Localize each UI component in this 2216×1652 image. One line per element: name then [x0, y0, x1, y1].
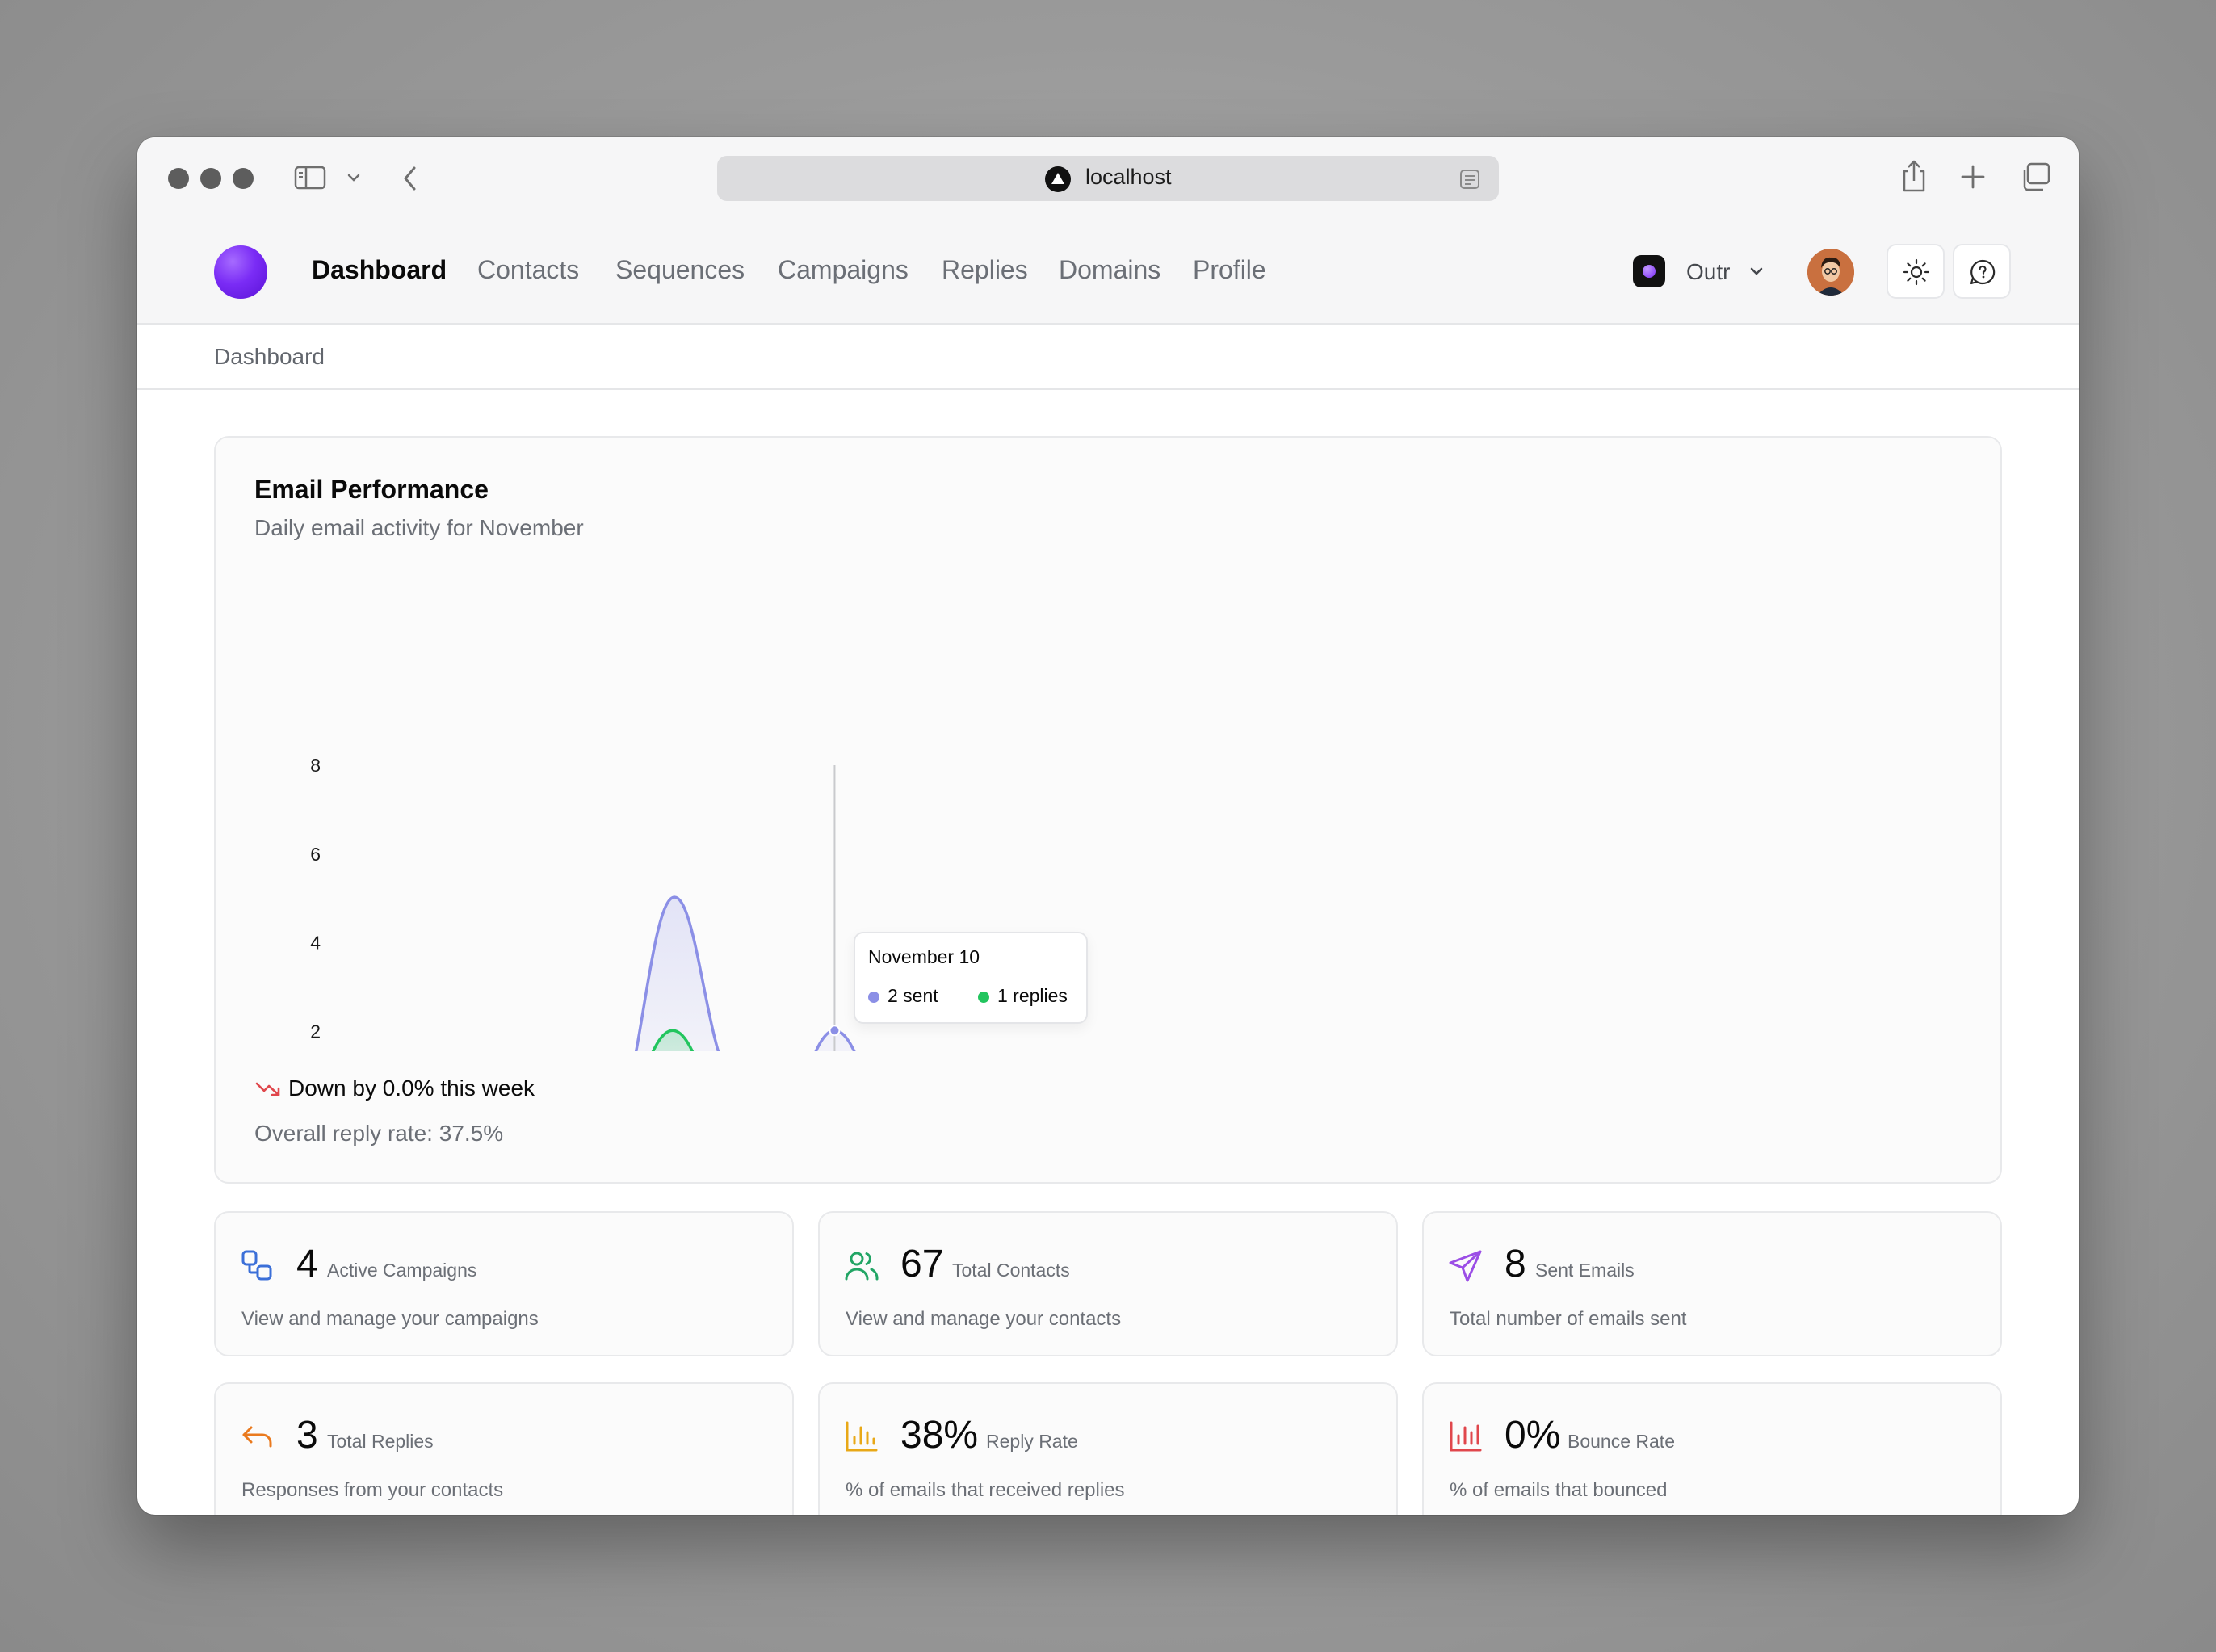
breadcrumb: Dashboard [214, 344, 325, 369]
tooltip-replies: 1 replies [997, 985, 1068, 1006]
stat-label: Total Replies [327, 1431, 434, 1452]
support-chat-button[interactable] [1953, 244, 2011, 299]
stat-value: 38% [900, 1414, 979, 1457]
series-line-replies[interactable] [349, 1029, 1914, 1051]
stat-label: Bounce Rate [1568, 1431, 1675, 1452]
nav-dashboard[interactable]: Dashboard [312, 255, 447, 285]
workspace-logo[interactable] [1633, 255, 1665, 287]
campaigns-icon [241, 1250, 272, 1281]
sun-icon [1903, 258, 1930, 286]
url-text: localhost [1085, 165, 1172, 189]
stat-value: 0% [1505, 1414, 1561, 1457]
active-point-sent [829, 1025, 841, 1037]
close-window-button[interactable] [168, 168, 189, 189]
nav-replies[interactable]: Replies [942, 255, 1028, 285]
stat-card-reply-rate[interactable]: 38% Reply Rate % of emails that received… [818, 1382, 1398, 1515]
stat-value: 67 [900, 1243, 944, 1285]
overall-reply-rate: Overall reply rate: 37.5% [254, 1121, 504, 1146]
trending-down-icon [255, 1082, 280, 1096]
users-icon [845, 1252, 879, 1281]
tab-overview-icon[interactable] [2019, 161, 2051, 192]
stat-card-sent-emails[interactable]: 8 Sent Emails Total number of emails sen… [1422, 1211, 2002, 1356]
stat-label: Reply Rate [986, 1431, 1078, 1452]
browser-toolbar: localhost Dashboard Contacts Sequences C… [137, 137, 2079, 323]
back-icon[interactable] [401, 165, 420, 192]
chevron-down-icon[interactable] [346, 171, 362, 184]
stat-card-active-campaigns[interactable]: 4 Active Campaigns View and manage your … [214, 1211, 794, 1356]
stat-description: Total number of emails sent [1450, 1308, 1687, 1330]
stat-card-bounce-rate[interactable]: 0% Bounce Rate % of emails that bounced [1422, 1382, 2002, 1515]
stat-label: Total Contacts [952, 1260, 1070, 1281]
y-tick-label: 4 [310, 933, 321, 954]
sent-legend-dot [868, 992, 879, 1003]
theme-toggle-button[interactable] [1887, 244, 1945, 299]
nav-profile[interactable]: Profile [1193, 255, 1266, 285]
stat-value: 4 [296, 1243, 318, 1285]
reply-icon [242, 1426, 272, 1448]
chart-tooltip: November 10 2 sent 1 replies [854, 932, 1088, 1024]
series-area-replies [653, 1030, 693, 1051]
tooltip-date: November 10 [868, 946, 980, 967]
zoom-window-button[interactable] [233, 168, 254, 189]
breadcrumb-divider [137, 388, 2079, 390]
email-performance-chart[interactable]: 02468 1234567891011121314151617181920212… [216, 438, 2004, 1051]
stat-label: Active Campaigns [327, 1260, 477, 1281]
address-bar[interactable]: localhost [717, 156, 1499, 201]
replies-legend-dot [978, 992, 989, 1003]
share-icon[interactable] [1899, 158, 1929, 194]
chat-help-icon [1970, 259, 1996, 285]
site-logo-icon [1045, 166, 1071, 192]
app-logo[interactable] [214, 245, 267, 299]
nav-campaigns[interactable]: Campaigns [778, 255, 909, 285]
minimize-window-button[interactable] [200, 168, 221, 189]
stat-card-total-replies[interactable]: 3 Total Replies Responses from your cont… [214, 1382, 794, 1515]
reader-icon[interactable] [1458, 169, 1481, 190]
sidebar-toggle-icon[interactable] [294, 165, 326, 191]
series-line-sent[interactable] [349, 895, 1914, 1051]
browser-window: localhost Dashboard Contacts Sequences C… [137, 137, 2079, 1515]
stat-description: % of emails that received replies [846, 1479, 1125, 1501]
bar-chart-icon [1450, 1421, 1482, 1452]
stat-description: Responses from your contacts [241, 1479, 504, 1501]
nav-sequences[interactable]: Sequences [615, 255, 745, 285]
email-performance-card: Email Performance Daily email activity f… [214, 436, 2002, 1184]
stat-value: 8 [1505, 1243, 1526, 1285]
y-tick-label: 6 [310, 844, 321, 865]
y-tick-label: 2 [310, 1021, 321, 1042]
nav-domains[interactable]: Domains [1059, 255, 1160, 285]
chevron-down-icon[interactable] [1748, 265, 1765, 278]
stat-value: 3 [296, 1414, 318, 1457]
nav-contacts[interactable]: Contacts [477, 255, 579, 285]
stat-description: View and manage your contacts [846, 1308, 1122, 1330]
new-tab-icon[interactable] [1959, 163, 1987, 191]
header-divider [137, 323, 2079, 325]
bar-chart-icon [846, 1421, 878, 1452]
stat-description: % of emails that bounced [1450, 1479, 1668, 1501]
stat-card-total-contacts[interactable]: 67 Total Contacts View and manage your c… [818, 1211, 1398, 1356]
y-tick-label: 8 [310, 755, 321, 776]
send-icon [1449, 1250, 1482, 1282]
stat-label: Sent Emails [1535, 1260, 1635, 1281]
stat-description: View and manage your campaigns [241, 1308, 539, 1330]
trend-text: Down by 0.0% this week [288, 1075, 535, 1101]
avatar[interactable] [1807, 249, 1854, 296]
series-area-sent [636, 897, 854, 1051]
tooltip-sent: 2 sent [888, 985, 938, 1006]
workspace-name[interactable]: Outr [1686, 259, 1730, 285]
